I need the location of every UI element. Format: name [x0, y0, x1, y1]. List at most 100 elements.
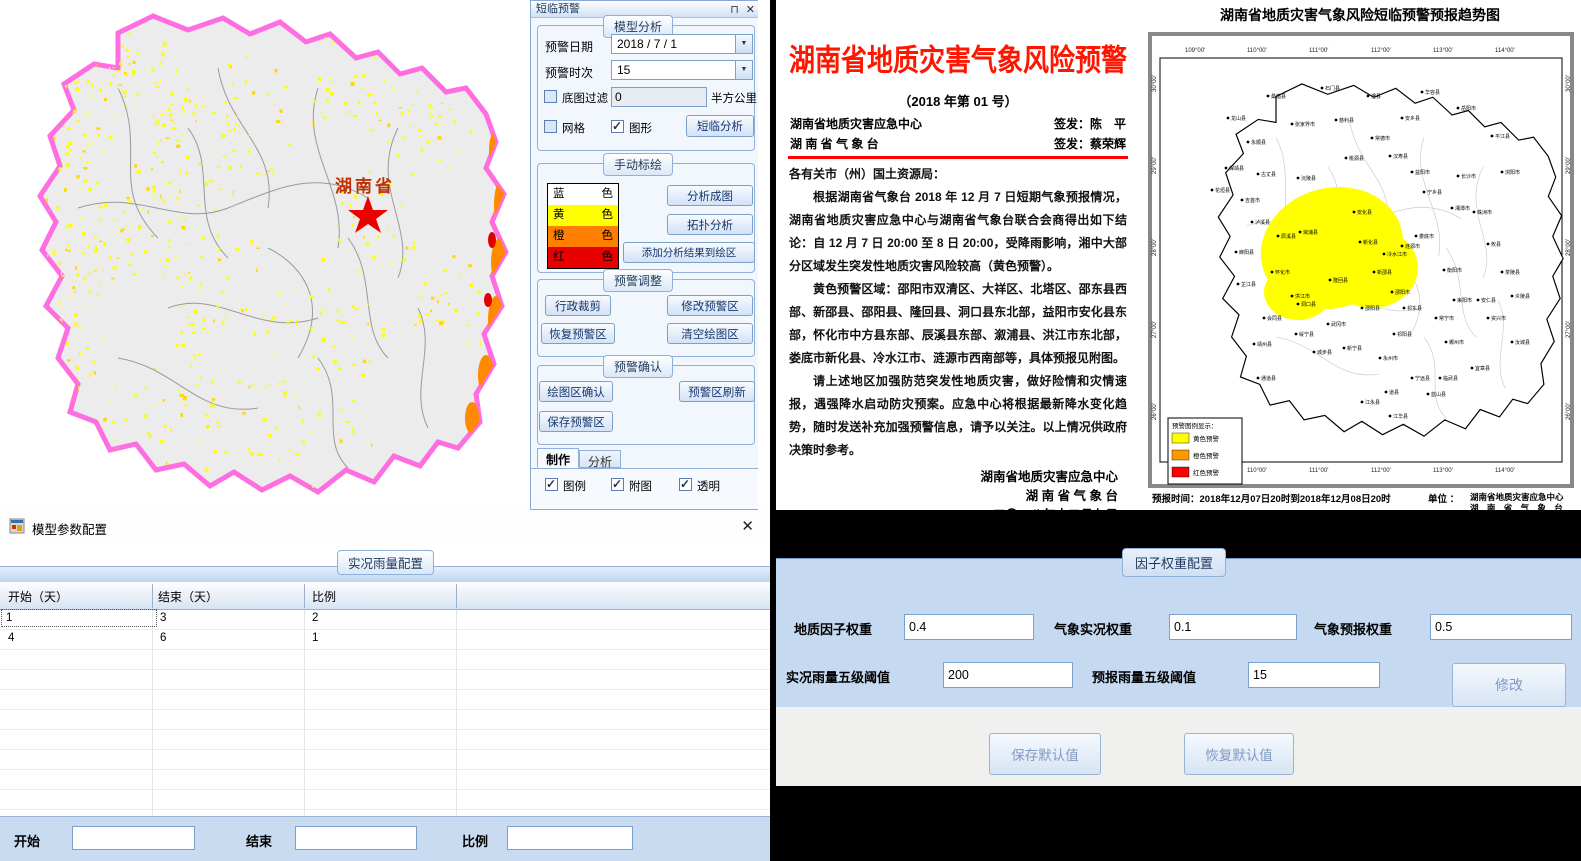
svg-text:新化县: 新化县: [1363, 239, 1378, 246]
province-outline: [40, 16, 506, 492]
color-item-blue[interactable]: 蓝色: [548, 184, 618, 205]
column-ratio[interactable]: 比例: [312, 588, 336, 605]
modify-button[interactable]: 修改: [1452, 663, 1566, 707]
svg-text:花垣县: 花垣县: [1215, 187, 1230, 194]
short-term-analyze-button[interactable]: 短临分析: [686, 115, 754, 137]
svg-text:江永县: 江永县: [1365, 399, 1380, 406]
svg-text:常宁市: 常宁市: [1439, 315, 1454, 322]
filter-area-input[interactable]: [611, 87, 707, 107]
column-start-days[interactable]: 开始（天）: [8, 588, 68, 605]
chevron-down-icon[interactable]: ▼: [735, 35, 752, 53]
svg-text:吉首市: 吉首市: [1245, 197, 1260, 204]
restore-defaults-button[interactable]: 恢复默认值: [1184, 733, 1294, 775]
svg-text:湖南省地质灾害应急中心: 湖南省地质灾害应急中心: [1470, 492, 1564, 502]
cell-r1-end[interactable]: 3: [156, 610, 170, 626]
topology-analysis-button[interactable]: 拓扑分析: [667, 214, 753, 235]
risk-map-canvas[interactable]: 湖南省: [0, 0, 530, 510]
svg-text:绥宁县: 绥宁县: [1299, 331, 1314, 338]
grid-checkbox[interactable]: [544, 120, 557, 133]
color-item-yellow[interactable]: 黄色: [548, 205, 618, 226]
svg-text:古丈县: 古丈县: [1261, 171, 1276, 178]
model-parameter-dialog: 模型参数配置 ✕ 实况雨量配置 开始（天） 结束（天） 比例 1 3 2 4 6…: [0, 510, 770, 861]
svg-text:益阳市: 益阳市: [1415, 169, 1430, 176]
svg-text:郴州市: 郴州市: [1449, 339, 1464, 346]
color-item-red[interactable]: 红色: [548, 247, 618, 268]
svg-text:邵阳县: 邵阳县: [1365, 305, 1380, 312]
forecast-weight-input[interactable]: [1430, 614, 1572, 640]
cell-r2-start[interactable]: 4: [4, 630, 18, 646]
cell-r1-start[interactable]: 1: [2, 610, 156, 626]
tab-analyze[interactable]: 分析: [579, 450, 621, 468]
ratio-input[interactable]: [507, 826, 633, 850]
close-icon[interactable]: ✕: [741, 517, 754, 535]
svg-text:祁东县: 祁东县: [1407, 305, 1422, 312]
restore-warning-area-button[interactable]: 恢复预警区: [541, 323, 615, 344]
svg-text:平江县: 平江县: [1495, 133, 1510, 140]
svg-text:娄底市: 娄底市: [1419, 233, 1434, 240]
column-end-days[interactable]: 结束（天）: [158, 588, 218, 605]
table-body[interactable]: 1 3 2 4 6 1: [0, 610, 770, 816]
svg-text:常德市: 常德市: [1375, 135, 1390, 142]
shape-checkbox[interactable]: [611, 120, 624, 133]
rain-config-group-label: 实况雨量配置: [337, 550, 434, 575]
svg-text:28°00′: 28°00′: [1152, 238, 1158, 256]
svg-text:桃源县: 桃源县: [1349, 155, 1364, 162]
analysis-to-map-button[interactable]: 分析成图: [667, 185, 753, 206]
attach-map-checkbox[interactable]: [611, 478, 624, 491]
trend-map: 湖南省地质灾害气象风险短临预警预报趋势图 109°00′109°00′110°0…: [1140, 0, 1581, 520]
cell-r2-end[interactable]: 6: [156, 630, 170, 646]
svg-text:石门县: 石门县: [1325, 85, 1340, 92]
document-title: 湖南省地质灾害气象风险预警: [776, 37, 1140, 80]
add-result-button[interactable]: 添加分析结果到绘区: [623, 242, 755, 263]
confirm-draw-area-button[interactable]: 绘图区确认: [539, 381, 613, 402]
svg-text:汝城县: 汝城县: [1515, 339, 1530, 346]
clear-draw-area-button[interactable]: 清空绘图区: [667, 323, 753, 344]
svg-text:靖州县: 靖州县: [1257, 341, 1272, 348]
modify-warning-area-button[interactable]: 修改预警区: [667, 295, 753, 316]
warning-date-label: 预警日期: [545, 38, 593, 55]
start-input[interactable]: [72, 826, 195, 850]
dialog-titlebar[interactable]: 模型参数配置 ✕: [0, 510, 770, 542]
cell-r1-ratio[interactable]: 2: [308, 610, 322, 626]
svg-text:隆回县: 隆回县: [1333, 277, 1348, 284]
pin-icon[interactable]: ⊓: [730, 2, 739, 18]
end-input[interactable]: [295, 826, 417, 850]
svg-text:洞口县: 洞口县: [1301, 301, 1316, 308]
transparent-checkbox[interactable]: [679, 478, 692, 491]
document-salutation: 各有关市（州）国土资源局：: [789, 163, 1127, 186]
svg-text:112°00′: 112°00′: [1371, 468, 1392, 474]
chevron-down-icon[interactable]: ▼: [735, 61, 752, 79]
basemap-filter-checkbox[interactable]: [544, 90, 557, 103]
geo-weight-input[interactable]: [904, 614, 1034, 640]
attach-map-label: 附图: [629, 478, 652, 494]
legend-checkbox[interactable]: [545, 478, 558, 491]
svg-text:辰溪县: 辰溪县: [1281, 233, 1296, 240]
svg-text:资兴市: 资兴市: [1491, 315, 1506, 322]
live-rain-threshold-label: 实况雨量五级阈值: [786, 667, 890, 686]
cell-r2-ratio[interactable]: 1: [308, 630, 322, 646]
forecast-rain-threshold-input[interactable]: [1248, 662, 1380, 688]
warning-date-combobox[interactable]: 2018 / 7 / 1 ▼: [611, 34, 753, 54]
svg-text:衡阳市: 衡阳市: [1447, 267, 1462, 274]
factor-weight-area: 因子权重配置 地质因子权重 气象实况权重 气象预报权重 实况雨量五级阈值 预报雨…: [776, 510, 1581, 861]
color-item-orange[interactable]: 橙色: [548, 226, 618, 247]
live-rain-threshold-input[interactable]: [943, 662, 1073, 688]
admin-clip-button[interactable]: 行政裁剪: [545, 295, 611, 316]
save-warning-area-button[interactable]: 保存预警区: [539, 411, 613, 432]
ratio-label: 比例: [462, 831, 488, 850]
warning-adjust-group-label: 预警调整: [603, 269, 673, 292]
tab-make[interactable]: 制作: [537, 448, 579, 468]
table-header: 开始（天） 结束（天） 比例: [0, 582, 770, 610]
svg-text:单位 ：: 单位 ：: [1428, 493, 1459, 505]
geo-weight-label: 地质因子权重: [794, 619, 872, 638]
refresh-warning-area-button[interactable]: 预警区刷新: [679, 381, 755, 402]
live-weather-weight-input[interactable]: [1169, 614, 1297, 640]
svg-text:109°00′: 109°00′: [1185, 48, 1206, 54]
svg-text:会同县: 会同县: [1267, 315, 1282, 322]
document-paragraph-3: 请上述地区加强防范突发性地质灾害，做好险情和灾情速报，遇强降水启动防灾预案。应急…: [789, 370, 1127, 462]
save-defaults-button[interactable]: 保存默认值: [989, 733, 1101, 775]
close-icon[interactable]: ✕: [746, 2, 755, 18]
svg-text:橙色预警: 橙色预警: [1193, 451, 1220, 460]
warning-time-combobox[interactable]: 15 ▼: [611, 60, 753, 80]
svg-text:道县: 道县: [1389, 389, 1399, 396]
